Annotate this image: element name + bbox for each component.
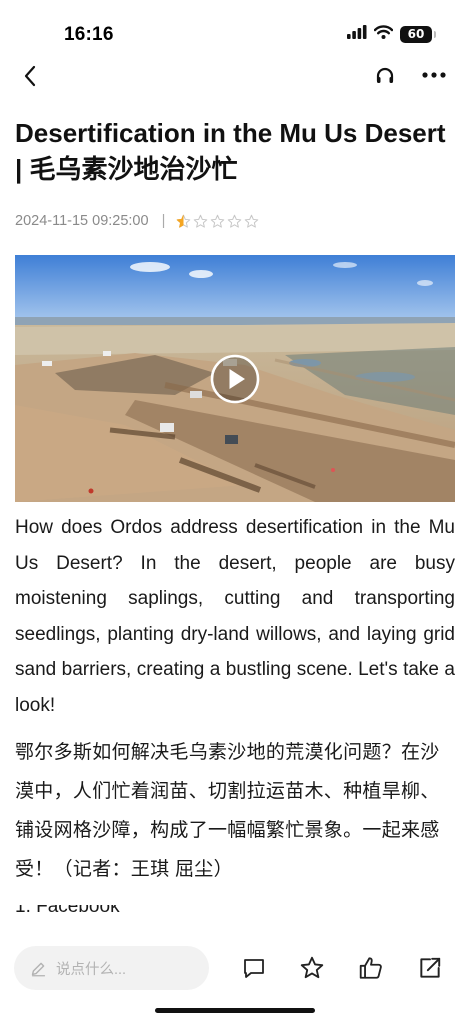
status-time: 16:16: [64, 24, 114, 45]
like-icon: [359, 957, 382, 979]
battery-level: 60: [407, 27, 425, 41]
empty-star-icon: [228, 214, 242, 228]
home-indicator[interactable]: [155, 1008, 315, 1013]
back-button[interactable]: [14, 60, 46, 92]
share-icon: [420, 957, 441, 978]
share-button[interactable]: [416, 954, 444, 982]
comment-button[interactable]: [240, 954, 268, 982]
star-icon: [300, 956, 324, 979]
empty-star-icon: [194, 214, 208, 228]
cut-off-text: 1. Facebook: [15, 905, 215, 915]
comment-input[interactable]: 说点什么...: [14, 946, 209, 990]
favorite-button[interactable]: [298, 954, 326, 982]
article-title: Desertification in the Mu Us Desert | 毛乌…: [15, 118, 446, 184]
meta-separator: |: [161, 213, 166, 229]
article-meta: 2024-11-15 09:25:00 |: [15, 210, 259, 232]
chevron-left-icon: [24, 65, 36, 87]
half-star-icon: [177, 214, 191, 228]
cellular-signal-icon: [347, 24, 367, 44]
headphones-icon: [376, 67, 394, 83]
status-icons: 60: [347, 24, 436, 44]
more-horizontal-icon: [422, 72, 446, 78]
star-rating: [176, 214, 259, 229]
article-paragraph-english: How does Ordos address desertification i…: [15, 517, 455, 716]
battery-indicator: 60: [400, 25, 436, 43]
play-icon[interactable]: [210, 354, 260, 404]
like-button[interactable]: [357, 954, 385, 982]
video-player[interactable]: [15, 255, 455, 502]
listen-button[interactable]: [372, 62, 398, 88]
publish-date: 2024-11-15 09:25:00: [15, 213, 149, 229]
navigation-bar: [0, 52, 470, 98]
article-paragraph-chinese: 鄂尔多斯如何解决毛乌素沙地的荒漠化问题？在沙漠中，人们忙着润苗、切割拉运苗木、种…: [15, 742, 440, 880]
cut-off-text-line: 1. Facebook: [15, 905, 215, 915]
status-bar: 16:16 60: [0, 0, 470, 52]
comment-placeholder: 说点什么...: [56, 961, 127, 978]
pencil-icon: [31, 962, 46, 976]
empty-star-icon: [211, 214, 225, 228]
bottom-action-bar: 说点什么...: [0, 930, 470, 1022]
comment-icon: [244, 959, 264, 978]
empty-star-icon: [245, 214, 259, 228]
more-options-button[interactable]: [418, 60, 450, 90]
wifi-icon: [373, 24, 394, 44]
